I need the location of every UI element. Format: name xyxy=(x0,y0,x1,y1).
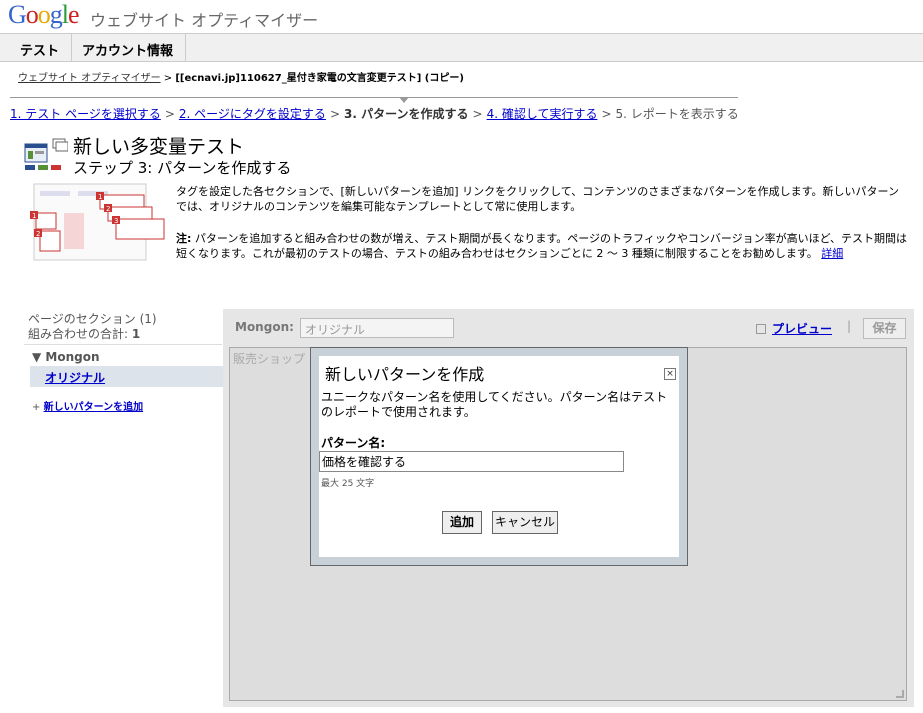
svg-text:3: 3 xyxy=(114,217,118,225)
learn-more-link[interactable]: 詳細 xyxy=(821,247,843,260)
breadcrumb-root-link[interactable]: ウェブサイト オプティマイザー xyxy=(18,73,161,84)
note-paragraph: 注: パターンを追加すると組み合わせの数が増え、テスト期間が長くなります。ページ… xyxy=(176,231,916,261)
tab-account-info[interactable]: アカウント情報 xyxy=(70,34,187,62)
preview: プレビュー xyxy=(756,320,832,337)
step-2-link[interactable]: 2. ページにタグを設定する xyxy=(179,107,326,121)
breadcrumb-current: [[ecnavi.jp]110627_星付き家電の文言変更テスト] (コピー) xyxy=(175,73,464,84)
breadcrumb: ウェブサイト オプティマイザー > [[ecnavi.jp]110627_星付き… xyxy=(18,69,464,84)
step-4-link[interactable]: 4. 確認して実行する xyxy=(487,107,598,121)
cancel-button[interactable]: キャンセル xyxy=(492,511,558,534)
dialog-title: 新しいパターンを作成 xyxy=(325,365,485,384)
step-5-disabled: 5. レポートを表示する xyxy=(615,107,739,121)
tab-tests[interactable]: テスト xyxy=(8,34,73,62)
multivariate-test-icon xyxy=(24,138,68,170)
main-tabs: テスト アカウント情報 xyxy=(0,33,923,62)
editor-section-label: Mongon: xyxy=(235,320,294,334)
step-3-current: 3. パターンを作成する xyxy=(344,107,469,121)
svg-text:2: 2 xyxy=(106,205,110,213)
add-prefix: + xyxy=(32,402,41,413)
variation-name-label: パターン名: xyxy=(321,436,386,450)
content-text: 販売ショップ xyxy=(233,352,306,366)
svg-text:1: 1 xyxy=(32,212,36,220)
variations-illustration: 1 2 3 1 2 xyxy=(30,183,165,261)
save-button[interactable]: 保存 xyxy=(863,318,906,339)
max-length-hint: 最大 25 文字 xyxy=(321,479,375,489)
add-button[interactable]: 追加 xyxy=(442,511,482,534)
create-variation-dialog: 新しいパターンを作成 × ユニークなパターン名を使用してください。パターン名はテ… xyxy=(310,347,688,566)
breadcrumb-separator: > xyxy=(163,73,173,84)
google-logo[interactable]: Google xyxy=(8,0,80,30)
add-variation: + 新しいパターンを追加 xyxy=(32,398,143,413)
combinations-label: 組み合わせの合計: xyxy=(28,327,129,341)
instructions-text: タグを設定した各セクションで、[新しいパターンを追加] リンクをクリックして、コ… xyxy=(176,185,900,213)
sidebar-divider xyxy=(24,344,222,345)
section-mongon[interactable]: ▼ Mongon xyxy=(32,350,100,364)
steps-divider xyxy=(10,97,738,98)
variation-row-selected[interactable]: オリジナル xyxy=(30,366,223,387)
add-variation-link[interactable]: 新しいパターンを追加 xyxy=(44,402,144,413)
svg-text:2: 2 xyxy=(36,230,40,238)
step-1-link[interactable]: 1. テスト ページを選択する xyxy=(10,107,161,121)
combinations-total: 組み合わせの合計: 1 xyxy=(28,325,140,342)
variation-original-link[interactable]: オリジナル xyxy=(45,369,105,386)
dialog-description: ユニークなパターン名を使用してください。パターン名はテストのレポートで使用されま… xyxy=(321,390,668,419)
note-label: 注: xyxy=(176,232,192,245)
combinations-value: 1 xyxy=(131,327,141,341)
product-name: ウェブサイト オプティマイザー xyxy=(90,11,319,30)
preview-link[interactable]: プレビュー xyxy=(772,322,832,336)
page-title: 新しい多変量テスト xyxy=(73,136,245,158)
variation-name-input[interactable] xyxy=(319,451,624,472)
step-navigator: 1. テスト ページを選択する >2. ページにタグを設定する >3. パターンを作… xyxy=(10,107,739,121)
page-subtitle: ステップ 3: パターンを作成する xyxy=(73,159,292,177)
close-icon[interactable]: × xyxy=(664,368,676,380)
preview-icon[interactable] xyxy=(756,324,766,334)
variation-name-field[interactable]: オリジナル xyxy=(300,318,454,338)
toolbar-separator: | xyxy=(847,319,852,333)
current-step-caret xyxy=(399,97,409,103)
header: Google ウェブサイト オプティマイザー xyxy=(0,0,923,32)
svg-text:1: 1 xyxy=(98,193,102,201)
section-name-label: Mongon xyxy=(45,350,100,364)
collapse-triangle-icon[interactable]: ▼ xyxy=(32,350,41,364)
note-text: パターンを追加すると組み合わせの数が増え、テスト期間が長くなります。ページのトラ… xyxy=(176,232,908,260)
resize-handle-icon[interactable] xyxy=(896,690,904,698)
dialog-body: 新しいパターンを作成 × ユニークなパターン名を使用してください。パターン名はテ… xyxy=(319,356,679,557)
